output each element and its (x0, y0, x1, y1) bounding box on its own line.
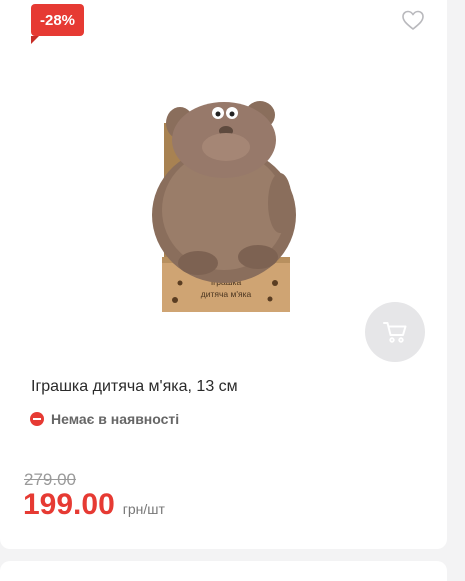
current-price: 199.00 (23, 488, 115, 521)
cart-icon (383, 322, 407, 343)
price-unit: грн/шт (122, 501, 165, 517)
heart-icon (402, 10, 424, 30)
svg-text:дитяча м'яка: дитяча м'яка (201, 289, 252, 299)
product-card[interactable]: -28% Іграшка дитяча м'яка (0, 0, 447, 549)
product-title[interactable]: Іграшка дитяча м'яка, 13 см (31, 378, 238, 396)
discount-badge: -28% (31, 4, 84, 44)
stock-status: Немає в наявності (30, 411, 179, 427)
old-price: 279.00 (24, 470, 76, 489)
next-product-card[interactable] (0, 561, 447, 581)
discount-label: -28% (39, 11, 76, 29)
plush-toy-image: Іграшка дитяча м'яка (152, 101, 296, 312)
price-row: 199.00 грн/шт (23, 488, 165, 522)
minus-circle-icon (30, 412, 44, 426)
favorite-button[interactable] (400, 8, 426, 32)
product-image[interactable]: Іграшка дитяча м'яка (140, 85, 310, 320)
add-to-cart-button[interactable] (365, 302, 425, 362)
stock-status-label: Немає в наявності (51, 411, 180, 427)
